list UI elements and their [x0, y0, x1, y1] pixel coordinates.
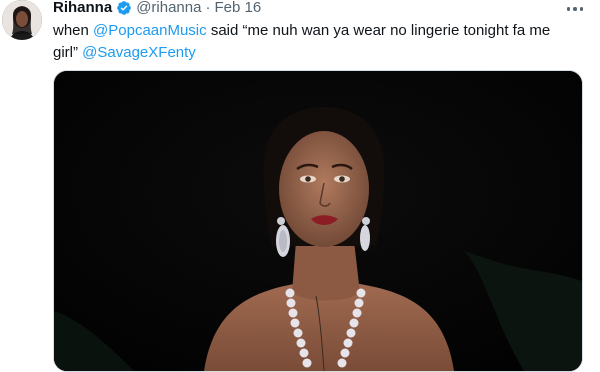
mention-popcaanmusic[interactable]: @PopcaanMusic [93, 22, 207, 39]
separator-dot: · [205, 0, 211, 16]
mention-savagexfenty[interactable]: @SavageXFenty [82, 44, 196, 61]
more-options-icon[interactable] [564, 2, 586, 16]
avatar[interactable] [2, 0, 42, 40]
tweet[interactable]: Rihanna @rihanna · Feb 16 when @PopcaanM… [0, 0, 600, 372]
tweet-media-image[interactable] [53, 70, 583, 372]
author-handle[interactable]: @rihanna [136, 0, 201, 18]
tweet-text: when @PopcaanMusic said “me nuh wan ya w… [53, 20, 573, 64]
tweet-header: Rihanna @rihanna · Feb 16 [53, 0, 261, 18]
author-name[interactable]: Rihanna [53, 0, 112, 18]
tweet-date[interactable]: Feb 16 [214, 0, 261, 18]
verified-badge-icon [116, 0, 132, 16]
text-segment: when [53, 22, 94, 39]
